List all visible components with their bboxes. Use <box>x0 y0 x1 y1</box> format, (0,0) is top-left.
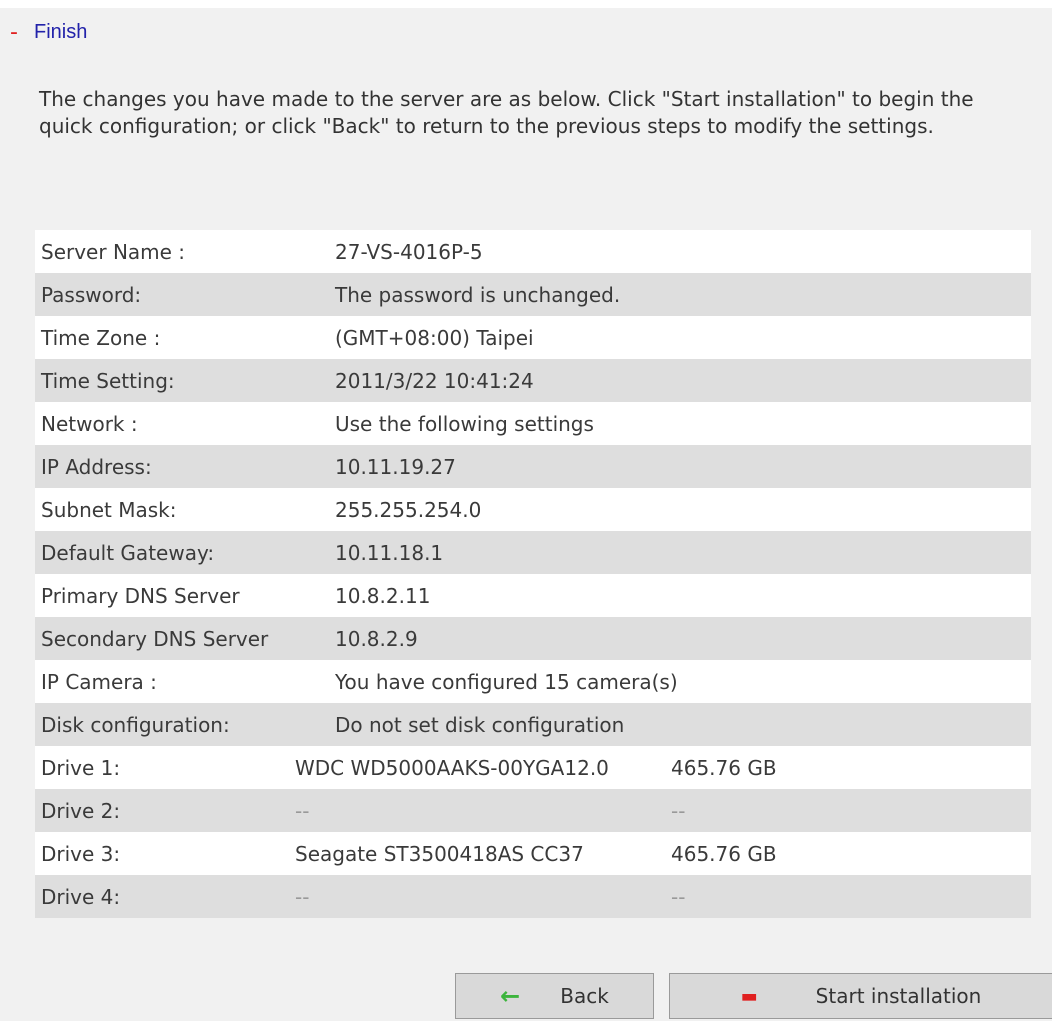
drive-size: 465.76 GB <box>671 841 777 866</box>
row-label: Time Setting: <box>41 368 175 393</box>
summary-row-secondary-dns: Secondary DNS Server 10.8.2.9 <box>35 617 1031 660</box>
drive-row-1: Drive 1: WDC WD5000AAKS-00YGA12.0 465.76… <box>35 746 1031 789</box>
drive-model: -- <box>295 798 310 823</box>
row-label: Server Name : <box>41 239 186 264</box>
summary-row-network: Network : Use the following settings <box>35 402 1031 445</box>
back-button-label: Back <box>560 984 609 1008</box>
step-header: - Finish <box>0 18 87 46</box>
summary-row-ip-address: IP Address: 10.11.19.27 <box>35 445 1031 488</box>
left-arrow-icon: ← <box>500 982 521 1010</box>
row-label: IP Address: <box>41 454 152 479</box>
row-value: 27-VS-4016P-5 <box>335 239 483 264</box>
row-label: Default Gateway: <box>41 540 215 565</box>
row-value: 255.255.254.0 <box>335 497 482 522</box>
step-title: Finish <box>34 20 88 43</box>
row-label: Password: <box>41 282 142 307</box>
row-label: Network : <box>41 411 138 436</box>
drive-size: -- <box>671 884 686 909</box>
drive-row-2: Drive 2: -- -- <box>35 789 1031 832</box>
summary-row-ip-camera: IP Camera : You have configured 15 camer… <box>35 660 1031 703</box>
collapse-marker-icon[interactable]: - <box>0 20 34 45</box>
start-installation-label: Start installation <box>815 984 982 1008</box>
intro-text: The changes you have made to the server … <box>39 87 974 138</box>
drive-row-3: Drive 3: Seagate ST3500418AS CC37 465.76… <box>35 832 1031 875</box>
row-value: 10.8.2.11 <box>335 583 431 608</box>
row-value: 2011/3/22 10:41:24 <box>335 368 534 393</box>
summary-row-server-name: Server Name : 27-VS-4016P-5 <box>35 230 1031 273</box>
drive-row-4: Drive 4: -- -- <box>35 875 1031 918</box>
summary-row-password: Password: The password is unchanged. <box>35 273 1031 316</box>
summary-row-disk-configuration: Disk configuration: Do not set disk conf… <box>35 703 1031 746</box>
drive-model: Seagate ST3500418AS CC37 <box>295 841 584 866</box>
row-value: 10.8.2.9 <box>335 626 418 651</box>
wizard-panel: - Finish The changes you have made to th… <box>0 8 1052 1021</box>
stop-icon: ▬ <box>740 985 758 1007</box>
row-value: (GMT+08:00) Taipei <box>335 325 534 350</box>
drive-size: -- <box>671 798 686 823</box>
back-button[interactable]: ← Back <box>455 973 654 1019</box>
row-label: IP Camera : <box>41 669 157 694</box>
row-label: Primary DNS Server <box>41 583 240 608</box>
row-value: You have configured 15 camera(s) <box>335 669 678 694</box>
row-value: 10.11.18.1 <box>335 540 444 565</box>
drive-label: Drive 2: <box>41 798 121 823</box>
drive-label: Drive 4: <box>41 884 121 909</box>
drive-label: Drive 1: <box>41 755 121 780</box>
row-label: Disk configuration: <box>41 712 230 737</box>
row-value: Do not set disk configuration <box>335 712 625 737</box>
row-label: Secondary DNS Server <box>41 626 269 651</box>
drive-model: WDC WD5000AAKS-00YGA12.0 <box>295 755 609 780</box>
summary-row-subnet-mask: Subnet Mask: 255.255.254.0 <box>35 488 1031 531</box>
drive-label: Drive 3: <box>41 841 121 866</box>
row-value: The password is unchanged. <box>335 282 621 307</box>
summary-row-default-gateway: Default Gateway: 10.11.18.1 <box>35 531 1031 574</box>
drive-size: 465.76 GB <box>671 755 777 780</box>
row-value: Use the following settings <box>335 411 594 436</box>
summary-row-time-setting: Time Setting: 2011/3/22 10:41:24 <box>35 359 1031 402</box>
start-installation-button[interactable]: ▬ Start installation <box>669 973 1052 1019</box>
drive-model: -- <box>295 884 310 909</box>
row-value: 10.11.19.27 <box>335 454 456 479</box>
summary-row-time-zone: Time Zone : (GMT+08:00) Taipei <box>35 316 1031 359</box>
row-label: Time Zone : <box>41 325 161 350</box>
summary-row-primary-dns: Primary DNS Server 10.8.2.11 <box>35 574 1031 617</box>
summary-table: Server Name : 27-VS-4016P-5 Password: Th… <box>35 230 1031 918</box>
row-label: Subnet Mask: <box>41 497 177 522</box>
